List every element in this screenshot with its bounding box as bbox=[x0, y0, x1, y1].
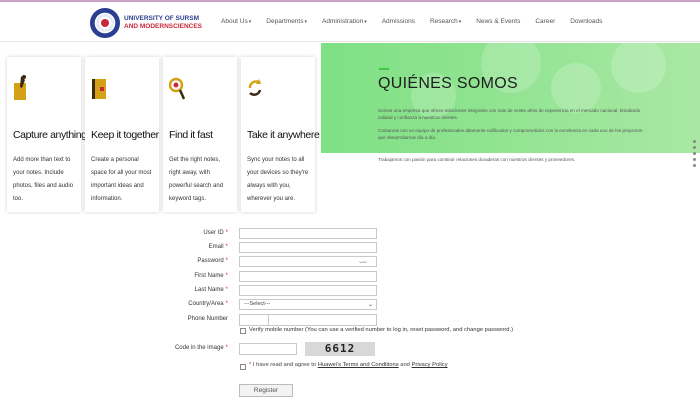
first-name-label: First Name * bbox=[194, 273, 228, 279]
agree-checkbox[interactable] bbox=[240, 364, 246, 370]
nav-item-administration[interactable]: Administration▾ bbox=[322, 18, 367, 25]
phone-input[interactable] bbox=[269, 314, 377, 326]
logo-line-2: AND MODERNSCIENCES bbox=[124, 23, 203, 30]
hero-paragraph: Somos una empresa que ofrece soluciones … bbox=[378, 108, 641, 120]
nav-item-label: Downloads bbox=[570, 18, 603, 25]
logo-line-1: UNIVERSITY OF SURSM bbox=[124, 15, 200, 22]
nav-item-news-events[interactable]: News & Events bbox=[476, 18, 520, 25]
card-title: Take it anywhere bbox=[247, 129, 320, 141]
feature-card-find: Find it fast Get the right notes, right … bbox=[163, 57, 237, 212]
agree-and: and bbox=[400, 362, 410, 368]
chevron-down-icon: ▾ bbox=[458, 19, 462, 25]
register-button[interactable]: Register bbox=[239, 384, 293, 397]
chevron-down-icon: ⌄ bbox=[367, 302, 373, 308]
university-seal-icon bbox=[90, 8, 120, 38]
card-description: Create a personal space for all your mos… bbox=[91, 157, 152, 202]
captcha-image[interactable]: 6612 bbox=[305, 342, 375, 356]
site-header: UNIVERSITY OF SURSM AND MODERNSCIENCES A… bbox=[0, 2, 700, 42]
last-name-label: Last Name * bbox=[194, 287, 228, 293]
nav-item-departments[interactable]: Departments▾ bbox=[266, 18, 307, 25]
feature-card-anywhere: Take it anywhere Sync your notes to all … bbox=[241, 57, 320, 212]
feature-card-together: Keep it together Create a personal space… bbox=[85, 57, 159, 212]
logo-text: UNIVERSITY OF SURSM AND MODERNSCIENCES bbox=[124, 15, 202, 31]
agree-text: * I have read and agree to Huawei's Term… bbox=[249, 362, 448, 368]
nav-item-label: Career bbox=[535, 18, 556, 25]
user-id-input[interactable] bbox=[239, 228, 377, 239]
hero-photo-shape bbox=[551, 63, 601, 113]
nav-item-about-us[interactable]: About Us▾ bbox=[221, 18, 251, 25]
password-input[interactable] bbox=[239, 256, 377, 267]
card-description: Sync your notes to all your devices so t… bbox=[247, 157, 309, 202]
nav-item-label: Admissions bbox=[381, 18, 415, 25]
chevron-down-icon: ▾ bbox=[248, 19, 252, 25]
verify-mobile-text: Verify mobile number (You can use a veri… bbox=[249, 327, 514, 333]
nav-item-label: Departments bbox=[266, 18, 304, 25]
nav-item-label: Research bbox=[429, 18, 458, 25]
card-description: Add more than text to your notes. Includ… bbox=[13, 157, 74, 202]
card-title: Find it fast bbox=[169, 129, 213, 141]
email-label: Email * bbox=[208, 244, 228, 250]
chevron-down-icon: ▾ bbox=[364, 19, 367, 25]
verify-mobile-checkbox[interactable] bbox=[240, 328, 246, 334]
nav-item-research[interactable]: Research▾ bbox=[430, 18, 461, 25]
agree-prefix: I have read and agree to bbox=[252, 362, 317, 368]
phone-country-code[interactable] bbox=[239, 314, 269, 326]
nav-item-admissions[interactable]: Admissions bbox=[382, 18, 415, 25]
hero-photo-shape bbox=[611, 43, 666, 93]
privacy-policy-link[interactable]: Privacy Policy bbox=[412, 362, 448, 368]
hidden-eye-icon[interactable]: ⌣⌣ bbox=[359, 259, 367, 267]
hero-paragraph: Trabajamos con pasión para construir rel… bbox=[378, 157, 576, 162]
main-nav: About Us▾ Departments▾ Administration▾ Admi… bbox=[221, 18, 617, 25]
code-label: Code in the image * bbox=[174, 345, 228, 351]
email-input[interactable] bbox=[239, 242, 377, 253]
last-name-input[interactable] bbox=[239, 285, 377, 296]
magnifier-icon bbox=[169, 77, 185, 100]
phone-label: Phone Number bbox=[187, 316, 228, 322]
hero-title: QUIÉNES SOMOS bbox=[378, 75, 518, 92]
nav-item-career[interactable]: Career bbox=[535, 18, 555, 25]
country-select[interactable]: ---Select--- ⌄ bbox=[239, 299, 377, 310]
user-id-label: User ID * bbox=[203, 230, 228, 236]
chevron-down-icon: ▾ bbox=[304, 19, 307, 25]
card-title: Capture anything bbox=[13, 129, 87, 141]
feature-card-capture: Capture anything Add more than text to y… bbox=[7, 57, 87, 212]
nav-item-downloads[interactable]: Downloads bbox=[570, 18, 602, 25]
university-logo[interactable]: UNIVERSITY OF SURSM AND MODERNSCIENCES bbox=[90, 7, 202, 39]
terms-link[interactable]: Huawei's Terms and Conditions bbox=[318, 362, 399, 368]
password-label: Password * bbox=[197, 258, 228, 264]
captcha-input[interactable] bbox=[239, 343, 297, 355]
hero-paragraph: Contamos con un equipo de profesionales … bbox=[378, 128, 643, 140]
slider-dots[interactable] bbox=[693, 140, 698, 170]
nav-item-label: Administration bbox=[322, 18, 364, 25]
hero-title-accent bbox=[379, 68, 389, 70]
pencil-icon bbox=[14, 75, 26, 100]
country-label: Country/Area * bbox=[188, 301, 228, 307]
country-selected-value: ---Select--- bbox=[244, 301, 271, 307]
first-name-input[interactable] bbox=[239, 271, 377, 282]
sync-icon bbox=[248, 79, 262, 96]
nav-item-label: News & Events bbox=[476, 18, 521, 25]
card-title: Keep it together bbox=[91, 129, 159, 141]
nav-item-label: About Us bbox=[221, 18, 248, 25]
card-description: Get the right notes, right away, with po… bbox=[169, 157, 224, 202]
notebook-icon bbox=[92, 79, 106, 99]
